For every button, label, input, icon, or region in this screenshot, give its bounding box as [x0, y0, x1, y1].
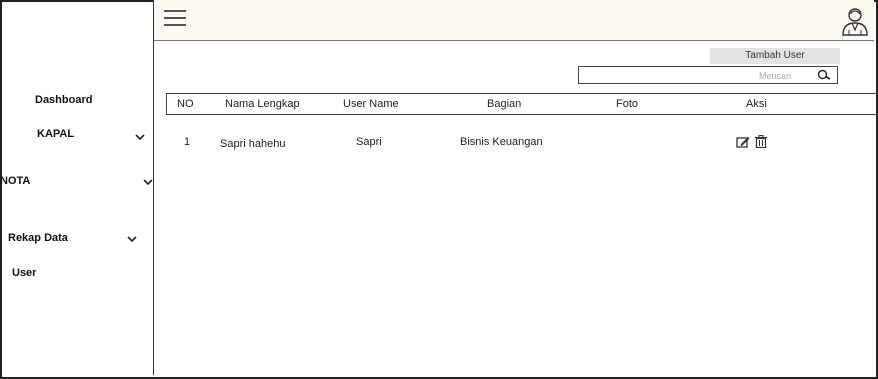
column-header-aksi: Aksi	[746, 98, 767, 110]
hamburger-icon[interactable]	[164, 10, 186, 28]
add-user-button[interactable]: Tambah User	[710, 48, 840, 64]
sidebar-item-dashboard[interactable]: Dashboard	[35, 94, 92, 106]
edit-icon[interactable]	[736, 135, 750, 148]
top-bar	[154, 0, 874, 41]
trash-icon[interactable]	[754, 135, 768, 148]
search-input[interactable]	[579, 67, 796, 85]
sidebar-item-kapal[interactable]: KAPAL	[37, 128, 74, 140]
sidebar: Dashboard KAPAL NOTA Rekap Data User	[0, 0, 154, 375]
column-header-foto: Foto	[616, 98, 639, 110]
cell-nama-lengkap: Sapri hahehu	[220, 138, 286, 150]
sidebar-item-nota[interactable]: NOTA	[0, 175, 30, 187]
column-header-no: NO	[177, 98, 194, 110]
chevron-down-icon[interactable]	[143, 179, 153, 186]
column-header-nama-lengkap: Nama Lengkap	[225, 98, 300, 110]
column-header-user-name: User Name	[343, 98, 399, 110]
cell-user-name: Sapri	[356, 136, 382, 148]
cell-bagian: Bisnis Keuangan	[460, 136, 543, 148]
sidebar-item-user[interactable]: User	[12, 267, 36, 279]
column-header-bagian: Bagian	[487, 98, 522, 110]
search-icon[interactable]	[817, 69, 831, 81]
sidebar-item-rekap-data[interactable]: Rekap Data	[8, 232, 68, 244]
user-avatar-icon[interactable]	[840, 6, 870, 36]
table-header: NO Nama Lengkap User Name Bagian Foto Ak…	[166, 93, 878, 115]
search-box	[578, 66, 838, 85]
chevron-down-icon[interactable]	[127, 236, 137, 243]
cell-no: 1	[184, 136, 191, 148]
chevron-down-icon[interactable]	[135, 134, 145, 141]
table-row: 1 Sapri hahehu Sapri Bisnis Keuangan	[166, 131, 878, 151]
main-content: Tambah User NO Nama Lengkap User Name Ba…	[154, 41, 878, 375]
